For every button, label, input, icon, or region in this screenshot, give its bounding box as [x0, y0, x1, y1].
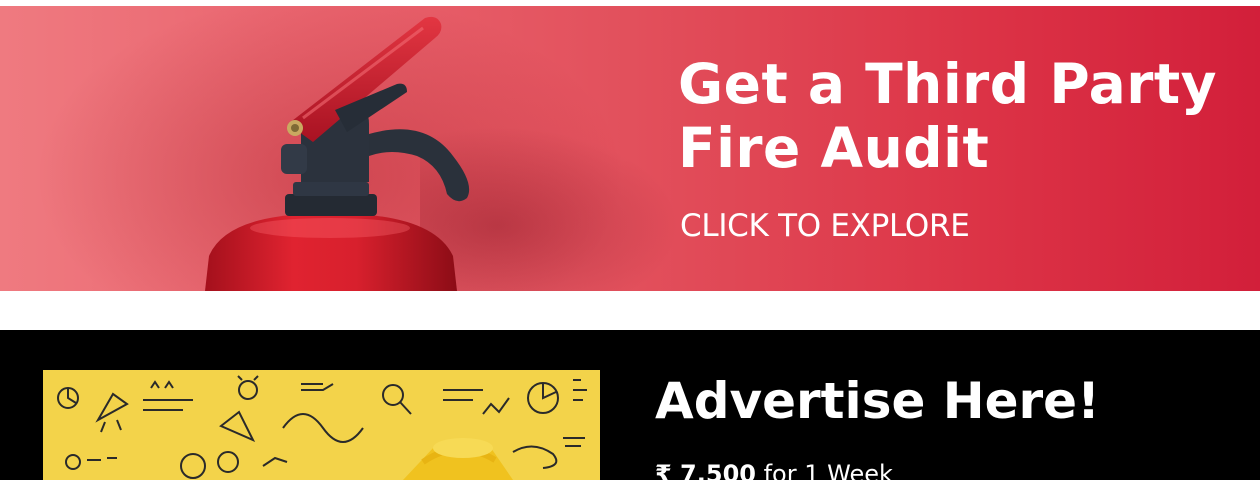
advertise-title: Advertise Here!	[655, 372, 1100, 430]
price-duration: for 1 Week	[763, 460, 893, 480]
fire-extinguisher-icon	[205, 16, 470, 291]
advertise-image	[43, 370, 600, 480]
advertise-price: ₹ 7,500 for 1 Week	[655, 460, 893, 480]
fire-audit-title: Get a Third Party Fire Audit	[678, 52, 1238, 180]
advertise-banner[interactable]: Advertise Here! ₹ 7,500 for 1 Week	[0, 330, 1260, 480]
price-value: ₹ 7,500	[655, 460, 756, 480]
click-to-explore-link[interactable]: CLICK TO EXPLORE	[680, 208, 970, 244]
fire-audit-banner[interactable]: Get a Third Party Fire Audit CLICK TO EX…	[0, 6, 1260, 291]
megaphone-doodles-icon	[57, 375, 587, 480]
fire-audit-title-line2: Fire Audit	[678, 116, 990, 180]
fire-audit-title-line1: Get a Third Party	[678, 52, 1218, 116]
